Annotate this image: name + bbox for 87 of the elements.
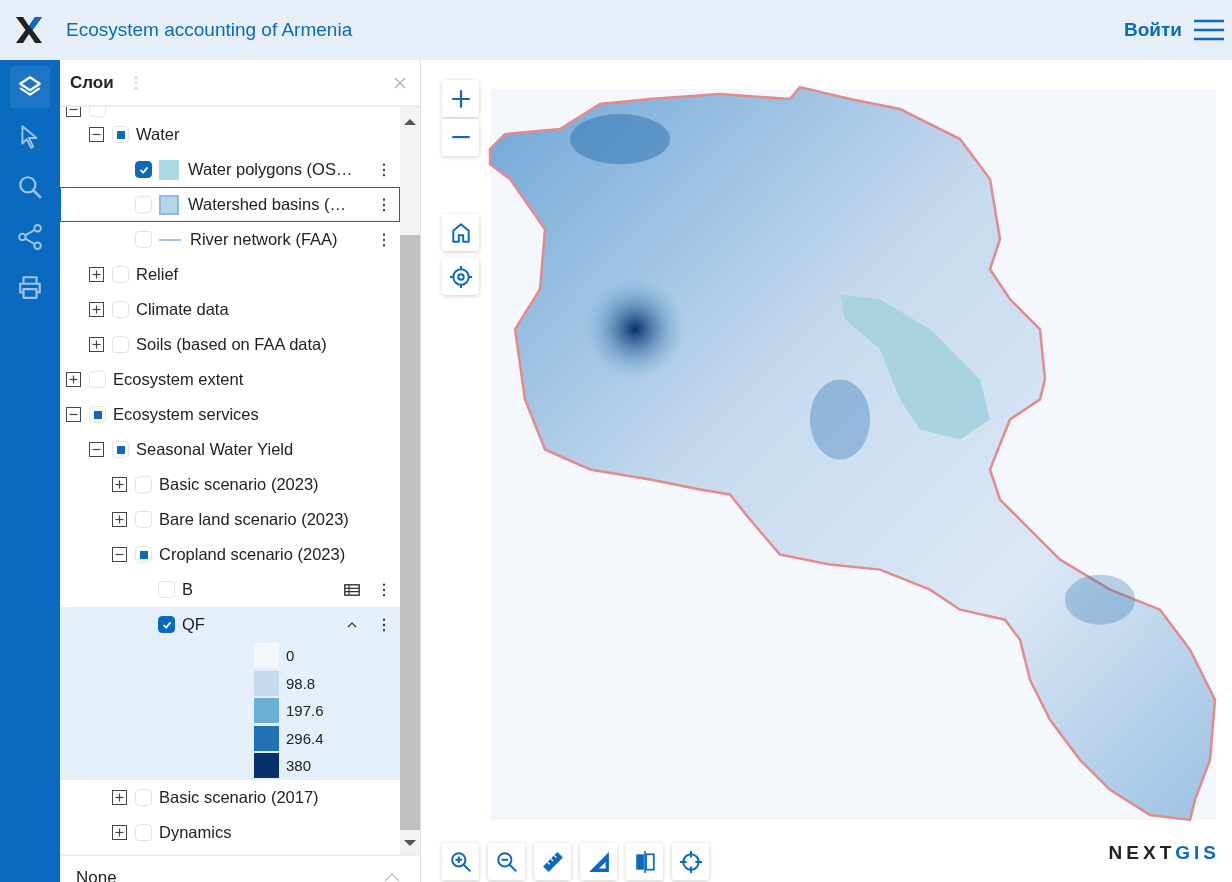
- zoom-out-icon: [495, 850, 518, 873]
- menu-icon[interactable]: [1194, 19, 1224, 41]
- expand-icon[interactable]: [112, 789, 127, 805]
- layer-label: River network (FAA): [190, 230, 338, 249]
- group-checkbox[interactable]: [89, 371, 106, 388]
- ruler-icon: [541, 850, 564, 873]
- home-button[interactable]: [442, 214, 479, 251]
- layer-label: Seasonal Water Yield: [136, 440, 294, 459]
- collapse-icon[interactable]: [112, 547, 127, 562]
- expand-icon[interactable]: [112, 824, 127, 840]
- layers-tool[interactable]: [10, 66, 50, 108]
- group-checkbox[interactable]: [135, 823, 152, 841]
- zoom-out-tool-button[interactable]: [488, 843, 525, 880]
- more-icon[interactable]: [382, 617, 386, 632]
- ruler-button[interactable]: [534, 843, 571, 880]
- layer-label: Bare land scenario (2023): [159, 510, 349, 529]
- layer-checkbox[interactable]: [135, 161, 152, 178]
- print-icon: [17, 274, 43, 300]
- group-checkbox[interactable]: [112, 266, 129, 283]
- scrollbar[interactable]: [400, 107, 420, 854]
- zoom-in-tool-button[interactable]: [442, 843, 479, 880]
- collapse-icon[interactable]: [89, 127, 104, 142]
- group-checkbox[interactable]: [112, 336, 129, 353]
- collapse-icon[interactable]: [66, 407, 81, 422]
- zoom-in-button[interactable]: [442, 80, 479, 117]
- minus-icon: [449, 136, 472, 139]
- brand-logo: NEXT GIS: [1108, 842, 1220, 864]
- legend-label: 0: [286, 647, 295, 665]
- swipe-button[interactable]: [626, 843, 663, 880]
- group-checkbox[interactable]: [112, 301, 129, 318]
- layer-label: Basic scenario (2017): [159, 787, 319, 807]
- expand-icon[interactable]: [89, 267, 104, 282]
- logo-icon: [14, 15, 44, 45]
- legend-label: 380: [286, 757, 312, 775]
- search-icon: [17, 174, 43, 200]
- layer-label: QF: [182, 615, 205, 634]
- expand-icon[interactable]: [66, 372, 81, 387]
- group-checkbox[interactable]: [135, 788, 152, 806]
- zoom-in-icon: [449, 850, 472, 873]
- layer-label: Climate data: [136, 300, 229, 319]
- expand-icon[interactable]: [112, 477, 127, 492]
- legend-label: 296.4: [286, 729, 324, 747]
- more-icon[interactable]: [382, 232, 386, 247]
- layer-label: Ecosystem services: [113, 405, 259, 424]
- split-panel-icon: [633, 850, 656, 873]
- caret-icon[interactable]: [347, 621, 357, 628]
- expand-icon[interactable]: [112, 512, 127, 527]
- target-icon: [449, 265, 472, 288]
- zoom-out-button[interactable]: [442, 119, 479, 156]
- login-link[interactable]: Войти: [1124, 19, 1182, 41]
- legend-label: 197.6: [286, 702, 324, 720]
- more-icon[interactable]: [382, 162, 386, 177]
- set-square-button[interactable]: [580, 843, 617, 880]
- group-checkbox[interactable]: [135, 511, 152, 528]
- legend-label: 98.8: [286, 674, 316, 692]
- layer-label: Water polygons (OS…: [188, 160, 353, 179]
- layer-label: Dynamics: [159, 822, 232, 842]
- layer-checkbox[interactable]: [158, 616, 175, 633]
- share-icon: [17, 224, 43, 250]
- more-icon[interactable]: [382, 197, 386, 212]
- plus-icon: [449, 87, 472, 110]
- layer-label: Water: [136, 125, 180, 144]
- crosshair-button[interactable]: [672, 843, 709, 880]
- app-title: Ecosystem accounting of Armenia: [66, 19, 353, 41]
- layer-label: Soils (based on FAA data): [136, 335, 327, 354]
- group-checkbox[interactable]: [112, 441, 129, 458]
- layer-label: Ecosystem extent: [113, 370, 244, 389]
- locate-button[interactable]: [442, 258, 479, 295]
- layer-label: Cropland scenario (2023): [159, 545, 346, 564]
- group-checkbox[interactable]: [135, 546, 152, 563]
- panel-title: Слои: [70, 72, 114, 93]
- layer-label: B: [182, 580, 193, 599]
- layer-row[interactable]: Watershed basins (…: [60, 187, 400, 222]
- crosshair-icon: [679, 850, 702, 873]
- layer-label: Watershed basins (…: [188, 195, 347, 214]
- group-checkbox[interactable]: [135, 476, 152, 493]
- expand-icon[interactable]: [89, 337, 104, 352]
- group-checkbox[interactable]: [89, 406, 106, 423]
- table-icon[interactable]: [344, 583, 360, 596]
- layer-row[interactable]: QF: [60, 607, 400, 642]
- expand-icon[interactable]: [89, 302, 104, 317]
- more-icon[interactable]: [382, 582, 386, 597]
- home-icon: [449, 221, 472, 244]
- layer-label: Relief: [136, 265, 179, 284]
- group-checkbox[interactable]: [112, 126, 129, 143]
- layer-label: Basic scenario (2023): [159, 475, 319, 494]
- collapse-icon[interactable]: [89, 442, 104, 457]
